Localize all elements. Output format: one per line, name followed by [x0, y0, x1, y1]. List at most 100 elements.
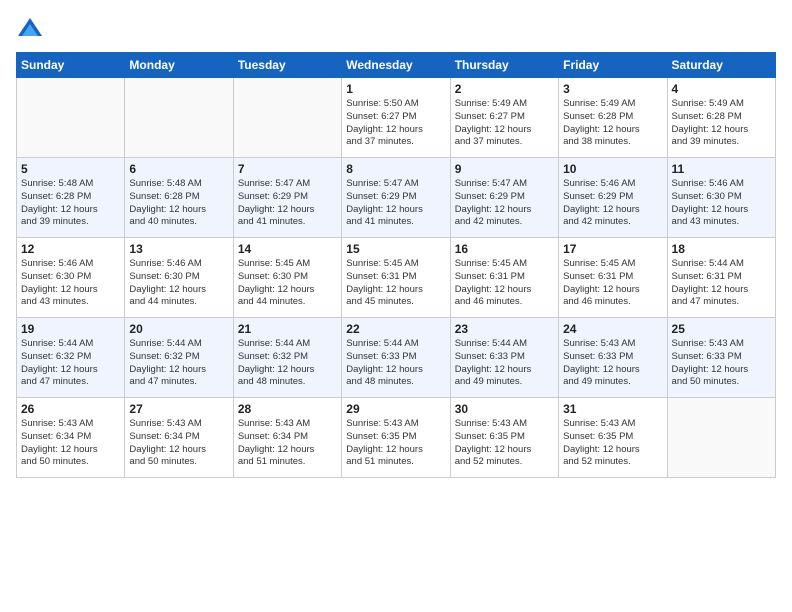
day-number: 22	[346, 322, 445, 336]
day-info: Sunrise: 5:45 AM Sunset: 6:31 PM Dayligh…	[346, 258, 445, 309]
day-number: 18	[672, 242, 771, 256]
day-info: Sunrise: 5:44 AM Sunset: 6:33 PM Dayligh…	[455, 338, 554, 389]
day-number: 1	[346, 82, 445, 96]
day-info: Sunrise: 5:43 AM Sunset: 6:35 PM Dayligh…	[346, 418, 445, 469]
calendar-cell	[17, 78, 125, 158]
calendar-cell: 2 Sunrise: 5:49 AM Sunset: 6:27 PM Daylig…	[450, 78, 558, 158]
day-info: Sunrise: 5:43 AM Sunset: 6:34 PM Dayligh…	[21, 418, 120, 469]
day-of-week-header: Saturday	[667, 53, 775, 78]
day-info: Sunrise: 5:43 AM Sunset: 6:35 PM Dayligh…	[455, 418, 554, 469]
calendar-cell: 13 Sunrise: 5:46 AM Sunset: 6:30 PM Dayli…	[125, 238, 233, 318]
calendar-cell	[233, 78, 341, 158]
day-number: 12	[21, 242, 120, 256]
calendar-cell: 4 Sunrise: 5:49 AM Sunset: 6:28 PM Daylig…	[667, 78, 775, 158]
day-info: Sunrise: 5:44 AM Sunset: 6:33 PM Dayligh…	[346, 338, 445, 389]
calendar-cell: 23 Sunrise: 5:44 AM Sunset: 6:33 PM Dayli…	[450, 318, 558, 398]
calendar-table: SundayMondayTuesdayWednesdayThursdayFrid…	[16, 52, 776, 478]
calendar-cell: 22 Sunrise: 5:44 AM Sunset: 6:33 PM Dayli…	[342, 318, 450, 398]
day-number: 14	[238, 242, 337, 256]
day-info: Sunrise: 5:49 AM Sunset: 6:27 PM Dayligh…	[455, 98, 554, 149]
day-info: Sunrise: 5:43 AM Sunset: 6:33 PM Dayligh…	[672, 338, 771, 389]
day-number: 16	[455, 242, 554, 256]
calendar-cell: 12Sunrise: 5:46 AM Sunset: 6:30 PM Dayli…	[17, 238, 125, 318]
day-number: 19	[21, 322, 120, 336]
calendar-cell: 29 Sunrise: 5:43 AM Sunset: 6:35 PM Dayli…	[342, 398, 450, 478]
day-info: Sunrise: 5:47 AM Sunset: 6:29 PM Dayligh…	[455, 178, 554, 229]
day-info: Sunrise: 5:47 AM Sunset: 6:29 PM Dayligh…	[238, 178, 337, 229]
day-info: Sunrise: 5:44 AM Sunset: 6:32 PM Dayligh…	[129, 338, 228, 389]
day-number: 15	[346, 242, 445, 256]
day-info: Sunrise: 5:43 AM Sunset: 6:33 PM Dayligh…	[563, 338, 662, 389]
calendar-cell: 27 Sunrise: 5:43 AM Sunset: 6:34 PM Dayli…	[125, 398, 233, 478]
calendar-cell: 26 Sunrise: 5:43 AM Sunset: 6:34 PM Dayli…	[17, 398, 125, 478]
calendar-cell: 24 Sunrise: 5:43 AM Sunset: 6:33 PM Dayli…	[559, 318, 667, 398]
day-info: Sunrise: 5:46 AM Sunset: 6:30 PM Dayligh…	[129, 258, 228, 309]
day-info: Sunrise: 5:43 AM Sunset: 6:34 PM Dayligh…	[238, 418, 337, 469]
day-info: Sunrise: 5:46 AM Sunset: 6:30 PM Dayligh…	[672, 178, 771, 229]
day-number: 4	[672, 82, 771, 96]
calendar-cell: 14 Sunrise: 5:45 AM Sunset: 6:30 PM Dayli…	[233, 238, 341, 318]
day-number: 30	[455, 402, 554, 416]
day-info: Sunrise: 5:49 AM Sunset: 6:28 PM Dayligh…	[563, 98, 662, 149]
day-number: 5	[21, 162, 120, 176]
day-number: 23	[455, 322, 554, 336]
page-header	[16, 16, 776, 44]
day-number: 31	[563, 402, 662, 416]
day-of-week-header: Sunday	[17, 53, 125, 78]
calendar-cell	[667, 398, 775, 478]
calendar-cell	[125, 78, 233, 158]
day-number: 17	[563, 242, 662, 256]
day-number: 26	[21, 402, 120, 416]
calendar-cell: 8 Sunrise: 5:47 AM Sunset: 6:29 PM Daylig…	[342, 158, 450, 238]
logo	[16, 16, 48, 44]
day-info: Sunrise: 5:50 AM Sunset: 6:27 PM Dayligh…	[346, 98, 445, 149]
calendar-cell: 11Sunrise: 5:46 AM Sunset: 6:30 PM Dayli…	[667, 158, 775, 238]
day-info: Sunrise: 5:47 AM Sunset: 6:29 PM Dayligh…	[346, 178, 445, 229]
calendar-cell: 18 Sunrise: 5:44 AM Sunset: 6:31 PM Dayli…	[667, 238, 775, 318]
day-of-week-header: Friday	[559, 53, 667, 78]
day-info: Sunrise: 5:49 AM Sunset: 6:28 PM Dayligh…	[672, 98, 771, 149]
day-number: 10	[563, 162, 662, 176]
day-of-week-header: Monday	[125, 53, 233, 78]
calendar-week-row: 12 Sunrise: 5:46 AM Sunset: 6:30 PM Dayli…	[17, 238, 776, 318]
day-info: Sunrise: 5:44 AM Sunset: 6:32 PM Dayligh…	[238, 338, 337, 389]
calendar-cell: 1 Sunrise: 5:50 AM Sunset: 6:27 PM Daylig…	[342, 78, 450, 158]
day-number: 24	[563, 322, 662, 336]
day-info: Sunrise: 5:43 AM Sunset: 6:34 PM Dayligh…	[129, 418, 228, 469]
day-number: 6	[129, 162, 228, 176]
day-number: 21	[238, 322, 337, 336]
calendar-week-row: 1 Sunrise: 5:50 AM Sunset: 6:27 PM Daylig…	[17, 78, 776, 158]
calendar-cell: 6 Sunrise: 5:48 AM Sunset: 6:28 PM Daylig…	[125, 158, 233, 238]
day-info: Sunrise: 5:48 AM Sunset: 6:28 PM Dayligh…	[129, 178, 228, 229]
day-number: 8	[346, 162, 445, 176]
calendar-cell: 28 Sunrise: 5:43 AM Sunset: 6:34 PM Dayli…	[233, 398, 341, 478]
day-number: 20	[129, 322, 228, 336]
day-number: 29	[346, 402, 445, 416]
calendar-cell: 30 Sunrise: 5:43 AM Sunset: 6:35 PM Dayli…	[450, 398, 558, 478]
calendar-cell: 20 Sunrise: 5:44 AM Sunset: 6:32 PM Dayli…	[125, 318, 233, 398]
day-number: 13	[129, 242, 228, 256]
day-info: Sunrise: 5:44 AM Sunset: 6:31 PM Dayligh…	[672, 258, 771, 309]
calendar-cell: 19 Sunrise: 5:44 AM Sunset: 6:32 PM Dayli…	[17, 318, 125, 398]
day-number: 27	[129, 402, 228, 416]
day-number: 7	[238, 162, 337, 176]
day-number: 2	[455, 82, 554, 96]
day-info: Sunrise: 5:46 AM Sunset: 6:29 PM Dayligh…	[563, 178, 662, 229]
day-number: 28	[238, 402, 337, 416]
day-of-week-header: Tuesday	[233, 53, 341, 78]
logo-icon	[16, 16, 44, 44]
day-number: 9	[455, 162, 554, 176]
day-info: Sunrise: 5:45 AM Sunset: 6:30 PM Dayligh…	[238, 258, 337, 309]
day-info: Sunrise: 5:44 AM Sunset: 6:32 PM Dayligh…	[21, 338, 120, 389]
calendar-week-row: 19 Sunrise: 5:44 AM Sunset: 6:32 PM Dayli…	[17, 318, 776, 398]
calendar-cell: 16 Sunrise: 5:45 AM Sunset: 6:31 PM Dayli…	[450, 238, 558, 318]
calendar-cell: 21 Sunrise: 5:44 AM Sunset: 6:32 PM Dayli…	[233, 318, 341, 398]
calendar-cell: 5 Sunrise: 5:48 AM Sunset: 6:28 PM Daylig…	[17, 158, 125, 238]
calendar-cell: 31Sunrise: 5:43 AM Sunset: 6:35 PM Dayli…	[559, 398, 667, 478]
day-number: 3	[563, 82, 662, 96]
day-info: Sunrise: 5:48 AM Sunset: 6:28 PM Dayligh…	[21, 178, 120, 229]
day-info: Sunrise: 5:45 AM Sunset: 6:31 PM Dayligh…	[455, 258, 554, 309]
calendar-week-row: 5 Sunrise: 5:48 AM Sunset: 6:28 PM Daylig…	[17, 158, 776, 238]
calendar-cell: 25Sunrise: 5:43 AM Sunset: 6:33 PM Dayli…	[667, 318, 775, 398]
calendar-cell: 9 Sunrise: 5:47 AM Sunset: 6:29 PM Daylig…	[450, 158, 558, 238]
